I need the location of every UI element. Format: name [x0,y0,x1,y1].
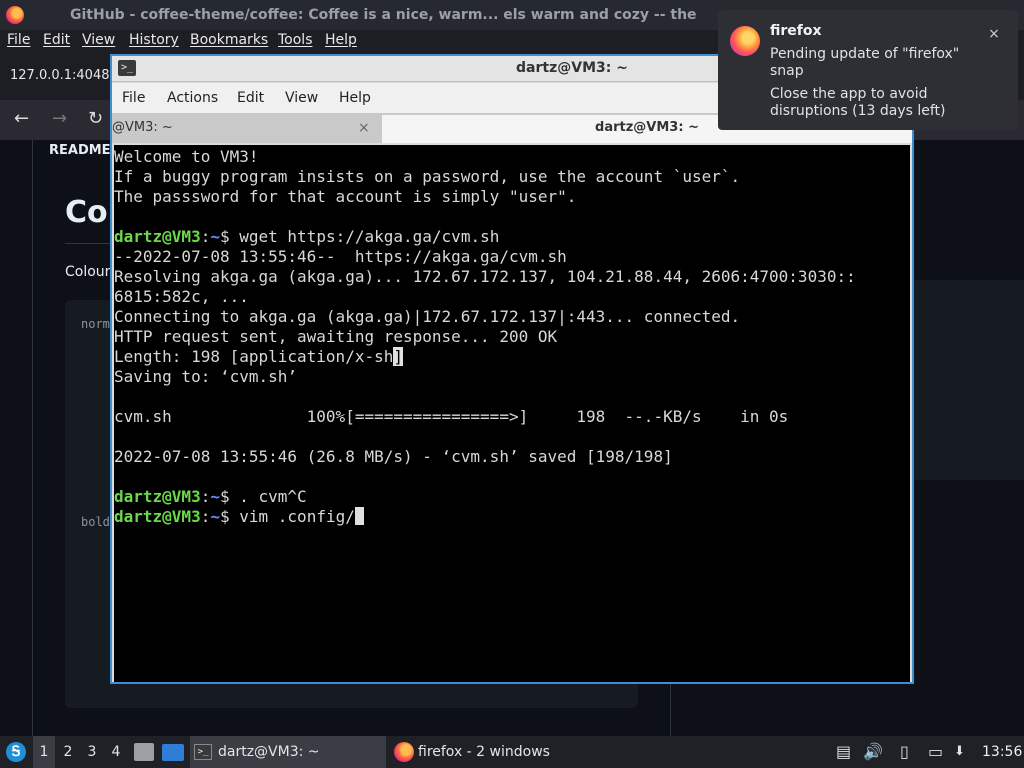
menu-view[interactable]: View [82,32,115,48]
terminal-menu-view[interactable]: View [285,90,318,106]
firefox-logo-icon [394,742,414,762]
terminal-tab-1[interactable]: @VM3: ~ × [112,113,380,143]
taskbar-item-terminal[interactable]: >_ dartz@VM3: ~ [190,736,386,768]
notes-icon[interactable]: ▯ [900,736,909,768]
terminal-menu-file[interactable]: File [122,90,145,106]
code-text-normal: norm [81,317,110,331]
readme-heading: Co [65,195,108,230]
prompt-colon: : [200,227,211,246]
terminal-line: If a buggy program insists on a password… [114,167,741,186]
prompt-sign: $ [219,507,230,526]
firefox-logo-icon [6,6,24,24]
firefox-window-title: GitHub - coffee-theme/coffee: Coffee is … [70,7,697,23]
readme-tab[interactable]: README [49,143,111,158]
terminal-line: Welcome to VM3! [114,147,259,166]
code-text-bold: bold [81,515,110,529]
terminal-tab-1-label: @VM3: ~ [112,120,173,135]
terminal-line: HTTP request sent, awaiting response... … [114,327,558,346]
workspace-1[interactable]: 1 [33,736,55,768]
taskbar-item-label: firefox - 2 windows [418,744,550,760]
prompt-sign: $ [219,487,230,506]
terminal-line: Saving to: ‘cvm.sh’ [114,367,298,386]
terminal-menu-help[interactable]: Help [339,90,371,106]
terminal-line: --2022-07-08 13:55:46-- https://akga.ga/… [114,247,567,266]
text-cursor-highlight: ] [393,347,403,366]
workspace-3[interactable]: 3 [81,736,103,768]
prompt-user: dartz@VM3 [114,487,201,506]
network-icon[interactable]: ▭ [928,736,943,768]
terminal-line: The passsword for that account is simply… [114,187,577,206]
taskbar-item-label: dartz@VM3: ~ [218,744,320,760]
prompt-colon: : [200,507,211,526]
terminal-cursor [354,507,364,525]
prompt-colon: : [200,487,211,506]
prompt-sign: $ [219,227,230,246]
close-icon[interactable]: × [984,24,1004,44]
menu-file[interactable]: File [7,32,30,48]
clock[interactable]: 13:56 [982,736,1022,768]
firefox-tab-url[interactable]: 127.0.0.1:4048 [10,68,110,83]
menu-tools[interactable]: Tools [278,32,313,48]
notification-popup[interactable]: firefox Pending update of "firefox" snap… [718,10,1018,130]
clipboard-icon[interactable]: ▤ [836,736,851,768]
prompt-path: ~ [210,507,220,526]
forward-arrow-icon[interactable]: → [52,108,67,129]
notification-detail: Close the app to avoid disruptions (13 d… [770,86,946,119]
file-manager-icon[interactable] [134,743,154,761]
close-tab-icon[interactable]: × [358,113,370,143]
update-icon[interactable]: ⬇ [954,736,965,768]
notification-app-name: firefox [770,23,822,39]
taskbar-item-firefox[interactable]: firefox - 2 windows [392,736,592,768]
readme-text: Colour [65,264,111,280]
taskbar: Ꭶ 1 2 3 4 >_ dartz@VM3: ~ firefox - 2 wi… [0,736,1024,768]
terminal-line: Resolving akga.ga (akga.ga)... 172.67.17… [114,267,856,286]
terminal-line: 2022-07-08 13:55:46 (26.8 MB/s) - ‘cvm.s… [114,447,673,466]
back-arrow-icon[interactable]: ← [14,108,29,129]
divider [32,140,33,736]
show-desktop-icon[interactable] [162,744,184,761]
terminal-command-input[interactable]: vim .config/ [230,507,355,526]
notification-message: Pending update of "firefox" snap [770,46,960,79]
terminal-line: cvm.sh 100%[================>] 198 --.-K… [114,407,789,426]
terminal-line: Connecting to akga.ga (akga.ga)|172.67.1… [114,307,741,326]
prompt-user: dartz@VM3 [114,227,201,246]
terminal-output[interactable]: Welcome to VM3! If a buggy program insis… [114,145,910,682]
prompt-path: ~ [210,227,220,246]
terminal-command: . cvm^C [229,487,307,506]
terminal-window: >_ dartz@VM3: ~ File Actions Edit View H… [110,54,914,684]
firefox-logo-icon [730,26,760,56]
terminal-menu-edit[interactable]: Edit [237,90,264,106]
terminal-icon: >_ [194,744,212,760]
menu-help[interactable]: Help [325,32,357,48]
terminal-menu-actions[interactable]: Actions [167,90,218,106]
terminal-command: wget https://akga.ga/cvm.sh [229,227,500,246]
prompt-path: ~ [210,487,220,506]
menu-bookmarks[interactable]: Bookmarks [190,32,268,48]
terminal-line: Length: 198 [application/x-sh [114,347,394,366]
terminal-line: 6815:582c, ... [114,287,249,306]
volume-icon[interactable]: 🔊 [863,736,883,768]
menu-history[interactable]: History [129,32,179,48]
reload-icon[interactable]: ↻ [88,108,103,129]
menu-edit[interactable]: Edit [43,32,70,48]
workspace-2[interactable]: 2 [57,736,79,768]
workspace-4[interactable]: 4 [105,736,127,768]
prompt-user: dartz@VM3 [114,507,201,526]
start-menu-icon[interactable]: Ꭶ [6,742,26,762]
